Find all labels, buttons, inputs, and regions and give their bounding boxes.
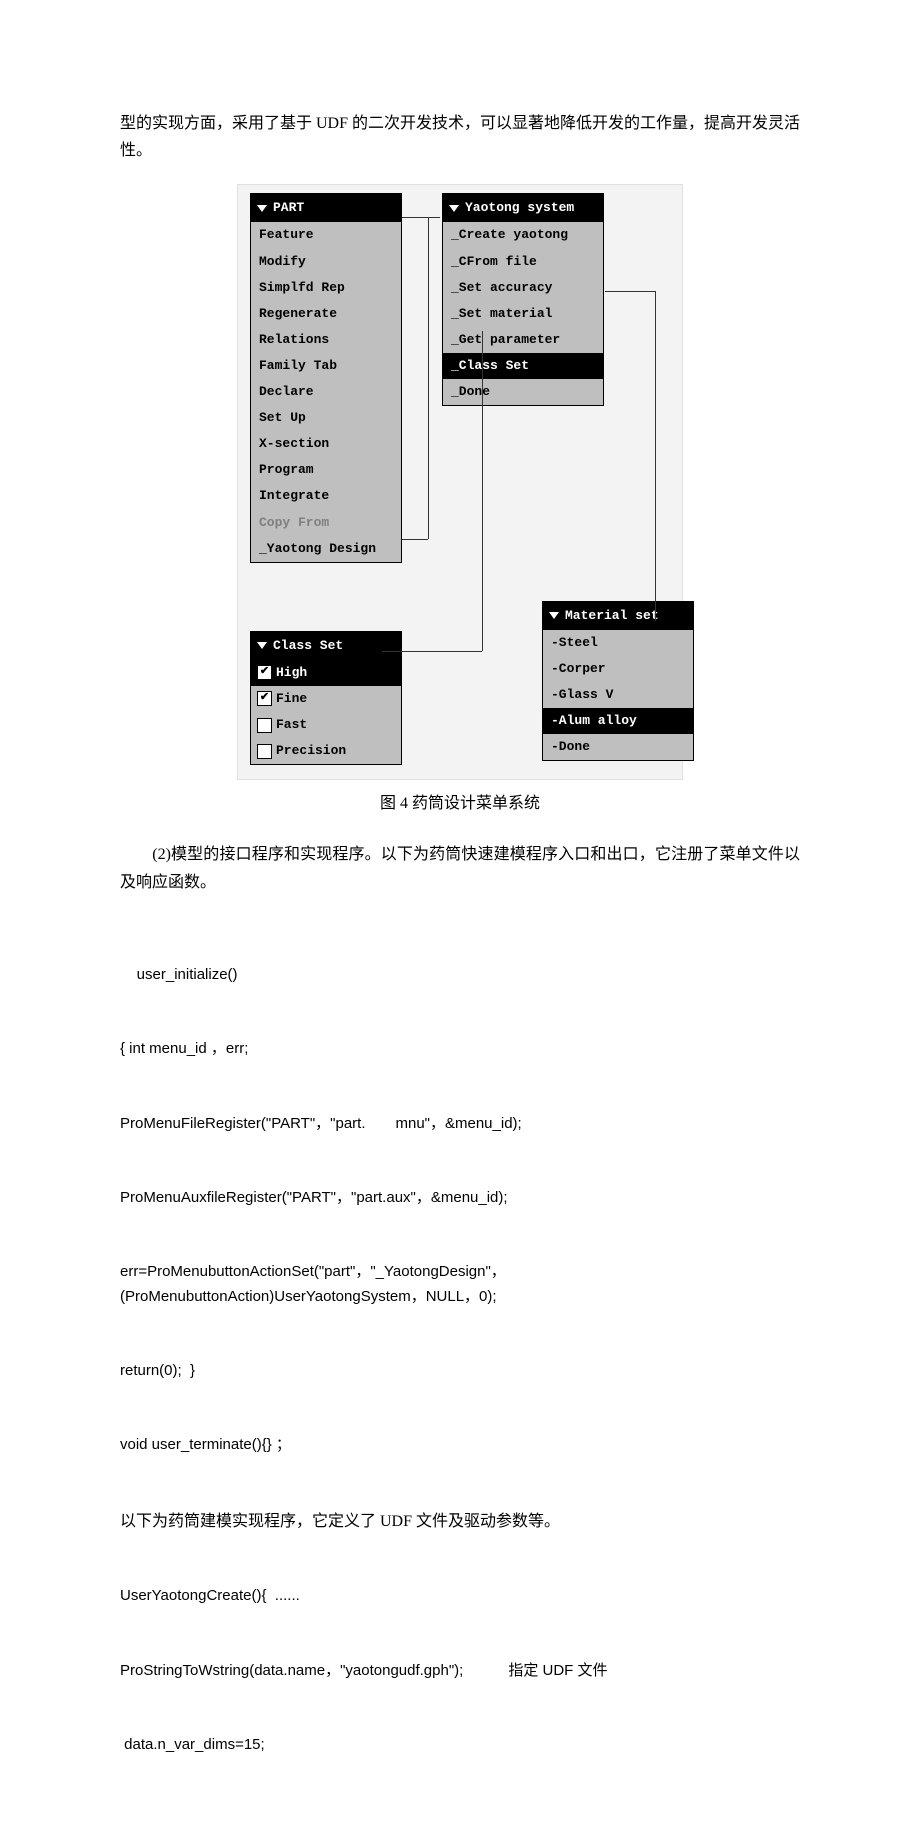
checkbox-item-fast[interactable]: Fast [251,712,401,738]
code-line: data.n_var_dims=15; [120,1733,800,1758]
menu-item[interactable]: Integrate [251,483,401,509]
menu-item-yaotong-design[interactable]: _Yaotong Design [251,536,401,562]
connector-line [402,539,428,540]
menu-item[interactable]: Simplfd Rep [251,275,401,301]
code-note: 以下为药筒建模实现程序，它定义了 UDF 文件及驱动参数等。 [120,1508,800,1535]
menu-title-label: PART [273,197,304,219]
connector-line [605,291,655,292]
menu-item[interactable]: Modify [251,249,401,275]
code-line: UserYaotongCreate(){ ...... [120,1584,800,1609]
checkbox-icon [257,718,272,733]
menu-item-alum-alloy[interactable]: -Alum alloy [543,708,693,734]
checkbox-item-precision[interactable]: Precision [251,738,401,764]
para2-prefix: (2) [120,846,171,863]
paragraph-1: 型的实现方面，采用了基于 UDF 的二次开发技术，可以显著地降低开发的工作量，提… [120,110,800,164]
menu-item[interactable]: _Create yaotong [443,222,603,248]
menu-item[interactable]: Relations [251,327,401,353]
menu-yaotong-title: Yaotong system [443,194,603,222]
checkbox-icon: ✔ [257,691,272,706]
menu-item-done[interactable]: _Done [443,379,603,405]
menu-item-done[interactable]: -Done [543,734,693,760]
checkbox-label: Precision [276,740,346,762]
code-line: { int menu_id ，err; [120,1037,800,1062]
figure-caption: 图 4 药筒设计菜单系统 [120,790,800,817]
menu-class-set[interactable]: Class Set ✔ High ✔ Fine Fast [250,631,402,765]
code-line: ProStringToWstring(data.name，"yaotongudf… [120,1659,800,1684]
connector-line [655,291,656,621]
code-line: void user_terminate(){} ； [120,1433,800,1458]
figure-4: PART Feature Modify Simplfd Rep Regenera… [120,184,800,780]
dropdown-icon [449,205,459,212]
menu-item[interactable]: _CFrom file [443,249,603,275]
code-line: return(0); } [120,1359,800,1384]
checkbox-icon: ✔ [257,665,272,680]
menu-material-set[interactable]: Material set -Steel -Corper -Glass V -Al… [542,601,694,762]
menu-item[interactable]: Family Tab [251,353,401,379]
connector-line [382,651,482,652]
menu-item[interactable]: Program [251,457,401,483]
menu-part-title: PART [251,194,401,222]
checkbox-item-high[interactable]: ✔ High [251,660,401,686]
menu-class-set-title: Class Set [251,632,401,660]
code-block-2: UserYaotongCreate(){ ...... ProStringToW… [120,1535,800,1807]
menu-item[interactable]: -Glass V [543,682,693,708]
menu-item-disabled: Copy From [251,510,401,536]
menu-material-set-title: Material set [543,602,693,630]
menu-title-label: Material set [565,605,659,627]
paragraph-2: (2)模型的接口程序和实现程序。以下为药筒快速建模程序入口和出口，它注册了菜单文… [120,841,800,895]
checkbox-item-fine[interactable]: ✔ Fine [251,686,401,712]
menu-item[interactable]: X-section [251,431,401,457]
menu-item-class-set[interactable]: _Class Set [443,353,603,379]
dropdown-icon [257,642,267,649]
checkbox-label: High [276,662,307,684]
code-line: err=ProMenubuttonActionSet("part"，"_Yaot… [120,1260,800,1310]
checkbox-label: Fast [276,714,307,736]
checkbox-icon [257,744,272,759]
menu-yaotong-system[interactable]: Yaotong system _Create yaotong _CFrom fi… [442,193,604,406]
connector-line [402,217,440,218]
dropdown-icon [257,205,267,212]
code-block-1: user_initialize() { int menu_id ，err; Pr… [120,914,800,1508]
code-line: ProMenuFileRegister("PART"，"part. mnu"，&… [120,1112,800,1137]
code-line: ProMenuAuxfileRegister("PART"，"part.aux"… [120,1186,800,1211]
checkbox-label: Fine [276,688,307,710]
menu-title-label: Class Set [273,635,343,657]
menu-item[interactable]: Regenerate [251,301,401,327]
menu-item[interactable]: _Set material [443,301,603,327]
menu-part[interactable]: PART Feature Modify Simplfd Rep Regenera… [250,193,402,562]
para2-body: 模型的接口程序和实现程序。以下为药筒快速建模程序入口和出口，它注册了菜单文件以及… [120,846,800,890]
dropdown-icon [549,612,559,619]
connector-line [428,217,429,539]
menu-title-label: Yaotong system [465,197,574,219]
menu-item[interactable]: _Get parameter [443,327,603,353]
menu-item[interactable]: Declare [251,379,401,405]
code-line: user_initialize() [120,963,800,988]
menu-item[interactable]: -Corper [543,656,693,682]
menu-item[interactable]: Set Up [251,405,401,431]
menu-item[interactable]: Feature [251,222,401,248]
menu-item[interactable]: _Set accuracy [443,275,603,301]
connector-line [482,331,483,651]
menu-item[interactable]: -Steel [543,630,693,656]
